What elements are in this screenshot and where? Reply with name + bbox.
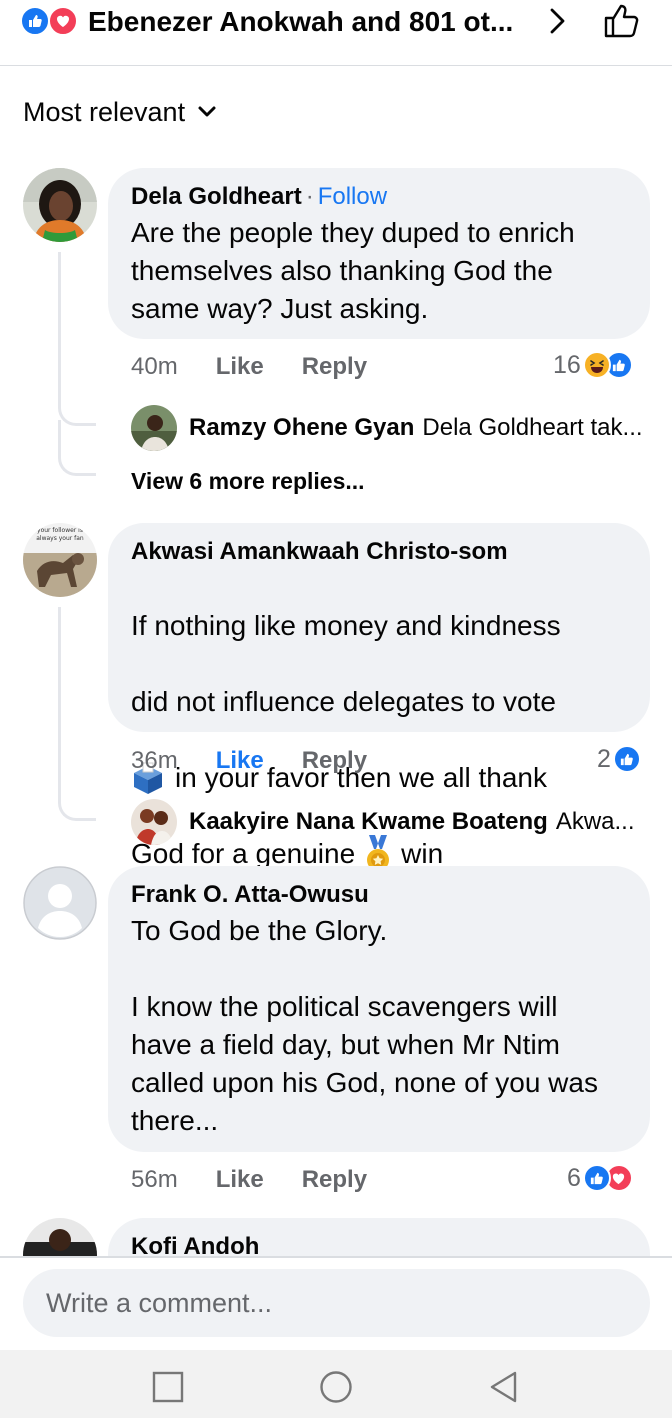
like-button[interactable]: Like bbox=[216, 352, 264, 382]
sort-dropdown[interactable]: Most relevant bbox=[23, 96, 217, 128]
commenter-name[interactable]: Akwasi Amankwaah Christo-som bbox=[131, 538, 508, 565]
sort-label: Most relevant bbox=[23, 97, 186, 127]
reaction-count-value: 6 bbox=[567, 1164, 581, 1192]
recent-apps-icon[interactable] bbox=[151, 1370, 185, 1404]
thread-connector bbox=[58, 420, 96, 476]
comment-input[interactable]: Write a comment... bbox=[23, 1269, 650, 1337]
comment-text-line: If nothing like money and kindness bbox=[131, 610, 561, 641]
default-avatar-icon bbox=[23, 866, 97, 940]
reaction-summary[interactable] bbox=[20, 6, 82, 36]
comment-text: If nothing like money and kindness did n… bbox=[131, 569, 628, 911]
reply-author-name[interactable]: Ramzy Ohene Gyan bbox=[189, 413, 414, 443]
like-reaction-icon bbox=[20, 6, 50, 36]
thread-connector bbox=[58, 252, 96, 426]
home-icon[interactable] bbox=[319, 1370, 353, 1404]
back-icon[interactable] bbox=[487, 1370, 521, 1404]
comment-actions: 36m Like Reply bbox=[131, 746, 367, 776]
reply-preview[interactable]: Ramzy Ohene Gyan Dela Goldheart tak... bbox=[131, 413, 643, 443]
reaction-count-value: 2 bbox=[597, 745, 611, 773]
comment-actions: 40m Like Reply bbox=[131, 352, 367, 382]
commenter-name[interactable]: Dela Goldheart bbox=[131, 183, 302, 210]
reaction-count[interactable]: 2 bbox=[597, 744, 641, 774]
reaction-count[interactable]: 16 bbox=[553, 350, 633, 380]
reaction-count-value: 16 bbox=[553, 351, 581, 379]
love-reaction-icon bbox=[48, 6, 78, 36]
avatar-caption: your follower is bbox=[37, 527, 83, 534]
header-bar: Ebenezer Anokwah and 801 ot... bbox=[0, 0, 672, 66]
comment-text-line: did not influence delegates to vote bbox=[131, 686, 556, 717]
like-button[interactable]: Like bbox=[216, 746, 264, 776]
reply-snippet: Dela Goldheart tak... bbox=[422, 414, 643, 441]
reply-button[interactable]: Reply bbox=[302, 1165, 367, 1195]
system-navigation-bar bbox=[0, 1350, 672, 1418]
chevron-down-icon bbox=[198, 106, 216, 117]
avatar[interactable] bbox=[23, 866, 97, 940]
comment-text: Are the people they duped to enrich them… bbox=[131, 217, 575, 324]
comment-actions: 56m Like Reply bbox=[131, 1165, 367, 1195]
avatar-caption: always your fan bbox=[36, 535, 84, 542]
comment-time[interactable]: 40m bbox=[131, 352, 178, 382]
reply-preview[interactable]: Kaakyire Nana Kwame Boateng Akwa... bbox=[131, 807, 635, 837]
haha-reaction-icon bbox=[582, 351, 611, 379]
avatar[interactable] bbox=[23, 168, 97, 242]
comment-time[interactable]: 36m bbox=[131, 746, 178, 776]
reply-author-name[interactable]: Kaakyire Nana Kwame Boateng bbox=[189, 807, 548, 837]
separator-dot: · bbox=[305, 183, 314, 210]
like-reaction-icon bbox=[582, 1164, 611, 1192]
follow-link[interactable]: Follow bbox=[318, 183, 387, 210]
thumbs-up-outline-icon[interactable] bbox=[602, 2, 642, 40]
reply-snippet: Akwa... bbox=[555, 808, 635, 835]
profile-photo bbox=[23, 168, 97, 242]
comment-time[interactable]: 56m bbox=[131, 1165, 178, 1195]
view-more-replies-link[interactable]: View 6 more replies... bbox=[131, 466, 365, 496]
reply-button[interactable]: Reply bbox=[302, 352, 367, 382]
like-reaction-icon bbox=[612, 745, 641, 773]
reply-button[interactable]: Reply bbox=[302, 746, 367, 776]
like-button[interactable]: Like bbox=[216, 1165, 264, 1195]
comment-bubble: Dela Goldheart · Follow Are the people the… bbox=[108, 168, 650, 339]
comment-bubble: Frank O. Atta-Owusu To God be the Glory.… bbox=[108, 866, 650, 1152]
profile-photo: your follower is always your fan bbox=[23, 523, 97, 597]
avatar[interactable]: your follower is always your fan bbox=[23, 523, 97, 597]
commenter-name[interactable]: Frank O. Atta-Owusu bbox=[131, 881, 369, 908]
reaction-count[interactable]: 6 bbox=[567, 1163, 633, 1193]
comment-bubble: Akwasi Amankwaah Christo-som If nothing … bbox=[108, 523, 650, 871]
reactions-title[interactable]: Ebenezer Anokwah and 801 ot... bbox=[88, 6, 513, 38]
thread-connector bbox=[58, 607, 96, 821]
comment-text: To God be the Glory. I know the politica… bbox=[131, 915, 598, 1136]
chevron-right-icon[interactable] bbox=[544, 6, 572, 36]
